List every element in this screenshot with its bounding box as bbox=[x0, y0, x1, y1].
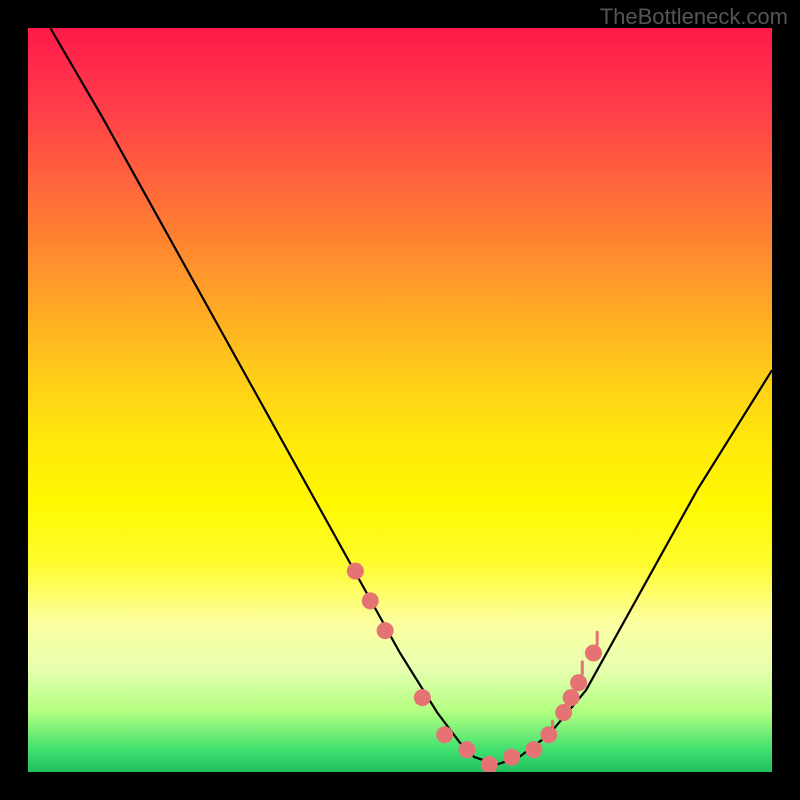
chart-svg bbox=[28, 28, 772, 772]
data-markers bbox=[347, 563, 602, 772]
plot-area bbox=[28, 28, 772, 772]
chart-container: TheBottleneck.com bbox=[0, 0, 800, 800]
watermark-text: TheBottleneck.com bbox=[600, 4, 788, 30]
curve-line bbox=[50, 28, 772, 765]
